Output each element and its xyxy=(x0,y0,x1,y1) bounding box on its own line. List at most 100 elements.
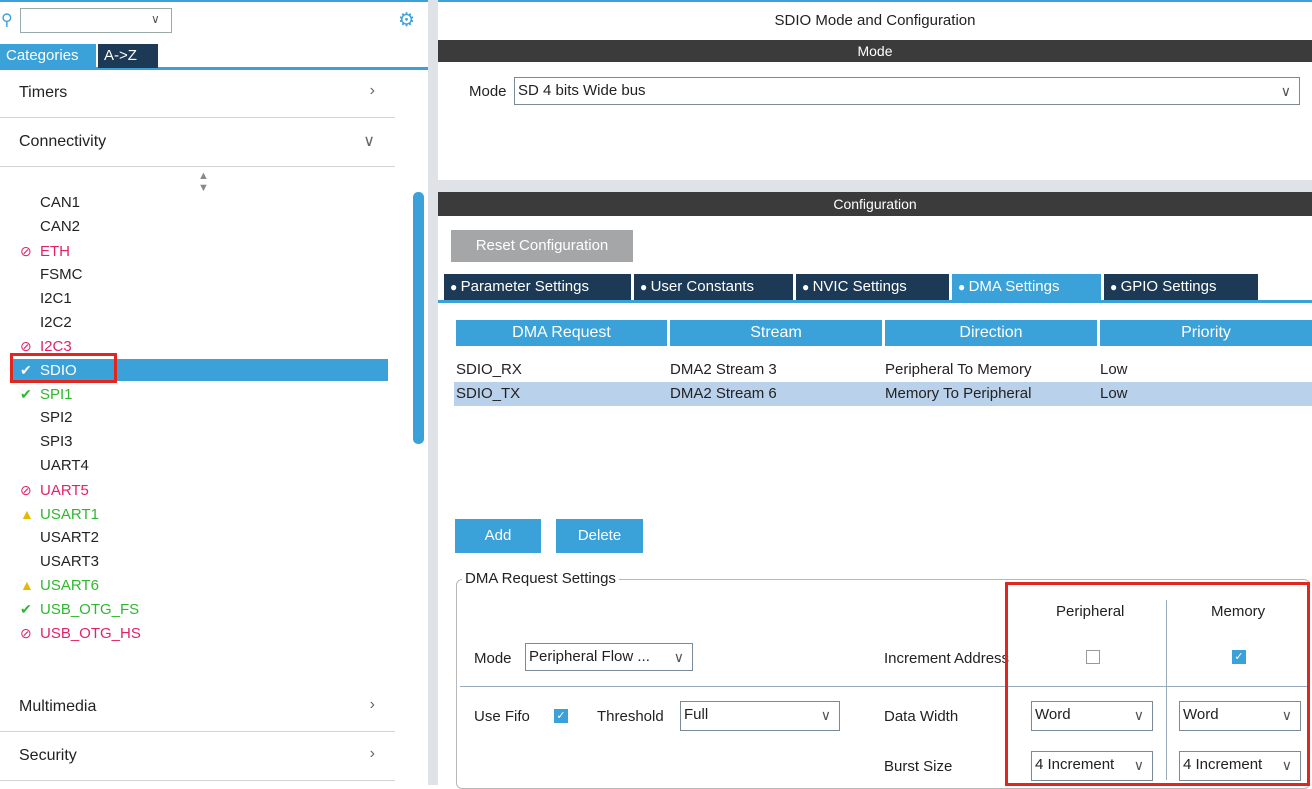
section-gap xyxy=(438,180,1312,192)
dma-mode-select[interactable]: Peripheral Flow ... ∨ xyxy=(525,643,693,671)
tab-underline xyxy=(438,300,1312,303)
dma-mode-value: Peripheral Flow ... xyxy=(529,648,650,665)
delete-button[interactable]: Delete xyxy=(556,519,643,553)
use-fifo-label: Use Fifo xyxy=(474,708,530,725)
tab-gpio-settings[interactable]: ● GPIO Settings xyxy=(1104,274,1258,300)
check-circle-icon: ● xyxy=(640,280,651,294)
threshold-select[interactable]: Full ∨ xyxy=(680,701,840,731)
threshold-label: Threshold xyxy=(597,708,664,725)
right-panel: SDIO Mode and Configuration Mode Mode SD… xyxy=(438,0,1312,789)
table-cell: SDIO_TX xyxy=(456,385,521,402)
check-icon: ✔ xyxy=(20,601,32,618)
peripheral-label: CAN1 xyxy=(40,194,81,211)
table-row[interactable] xyxy=(454,382,1312,406)
tab-user-constants[interactable]: ● User Constants xyxy=(634,274,793,300)
chevron-down-icon: ∨ xyxy=(1280,83,1291,99)
table-cell: SDIO_RX xyxy=(456,361,522,378)
dma-mode-label: Mode xyxy=(474,650,512,667)
peripheral-memory-highlight-box xyxy=(1005,582,1310,786)
column-header[interactable]: Stream xyxy=(670,320,882,346)
data-width-label: Data Width xyxy=(884,708,959,725)
peripheral-label: I2C1 xyxy=(40,289,72,307)
table-cell: DMA2 Stream 3 xyxy=(670,361,777,378)
tab-label: User Constants xyxy=(650,278,754,295)
peripheral-item-uart5[interactable]: ⊘ UART5 xyxy=(20,479,89,501)
column-header[interactable]: Direction xyxy=(885,320,1097,346)
chevron-down-icon[interactable]: ∨ xyxy=(151,12,160,26)
peripheral-item-uart4[interactable]: UART4 xyxy=(20,455,89,477)
column-header[interactable]: DMA Request xyxy=(456,320,667,346)
peripheral-item-spi1[interactable]: ✔ SPI1 xyxy=(20,383,73,405)
sdio-highlight-box xyxy=(10,353,117,383)
warning-icon: ▲ xyxy=(20,577,34,594)
category-security[interactable]: Security › xyxy=(0,733,395,781)
peripheral-label: SPI3 xyxy=(40,433,73,450)
category-label: Multimedia xyxy=(19,698,97,715)
category-label: Security xyxy=(19,747,77,764)
burst-size-label: Burst Size xyxy=(884,758,953,775)
configuration-section-bar: Configuration xyxy=(438,192,1312,216)
search-input[interactable] xyxy=(20,8,172,33)
peripheral-label: USART3 xyxy=(40,552,99,570)
add-button[interactable]: Add xyxy=(455,519,541,553)
splitter[interactable] xyxy=(428,0,438,785)
peripheral-item-can2[interactable]: CAN2 xyxy=(20,216,80,238)
threshold-value: Full xyxy=(684,706,709,723)
table-cell: DMA2 Stream 6 xyxy=(670,385,777,402)
peripheral-item-i2c1[interactable]: I2C1 xyxy=(20,288,72,310)
peripheral-item-usart1[interactable]: ▲ USART1 xyxy=(20,503,99,525)
table-cell: Peripheral To Memory xyxy=(885,361,1032,378)
use-fifo-checkbox[interactable]: ✓ xyxy=(554,709,568,723)
check-circle-icon: ● xyxy=(958,280,969,294)
peripheral-label: SPI1 xyxy=(40,386,73,404)
category-connectivity[interactable]: Connectivity ∨ xyxy=(0,119,395,167)
peripheral-item-spi3[interactable]: SPI3 xyxy=(20,431,73,453)
tab-label: Parameter Settings xyxy=(460,278,589,295)
tab-label: NVIC Settings xyxy=(812,278,907,295)
category-multimedia[interactable]: Multimedia › xyxy=(0,684,395,732)
page-title: SDIO Mode and Configuration xyxy=(774,12,976,29)
chevron-right-icon: › xyxy=(369,696,375,713)
peripheral-label: ETH xyxy=(40,242,70,260)
peripheral-item-fsmc[interactable]: FSMC xyxy=(20,264,83,286)
mode-select[interactable]: SD 4 bits Wide bus ∨ xyxy=(514,77,1300,105)
peripheral-item-usart2[interactable]: USART2 xyxy=(20,527,99,549)
peripheral-item-usart3[interactable]: USART3 xyxy=(20,551,99,573)
table-cell: Low xyxy=(1100,361,1128,378)
peripheral-label: SPI2 xyxy=(40,409,73,427)
peripheral-item-usb_otg_hs[interactable]: ⊘ USB_OTG_HS xyxy=(20,622,141,644)
peripheral-label: USART2 xyxy=(40,528,99,546)
sort-icon[interactable]: ▲ ▼ xyxy=(198,170,209,194)
check-icon: ✔ xyxy=(20,386,32,403)
check-circle-icon: ● xyxy=(450,280,461,294)
tab-parameter-settings[interactable]: ● Parameter Settings xyxy=(444,274,631,300)
chevron-down-icon: ∨ xyxy=(820,707,831,723)
peripheral-label: FSMC xyxy=(40,265,83,283)
peripheral-label: I2C2 xyxy=(40,313,72,331)
left-panel: ⚲ ∨ ⚙ Categories A->Z Timers › Connectiv… xyxy=(0,0,428,785)
category-label: Timers xyxy=(19,84,68,101)
chevron-down-icon: ∨ xyxy=(673,649,684,665)
scrollbar[interactable] xyxy=(413,192,424,444)
increment-address-label: Increment Address xyxy=(884,650,1010,667)
peripheral-item-i2c2[interactable]: I2C2 xyxy=(20,312,72,334)
reset-configuration-button[interactable]: Reset Configuration xyxy=(451,230,633,262)
peripheral-item-eth[interactable]: ⊘ ETH xyxy=(20,240,70,262)
column-header[interactable]: Priority xyxy=(1100,320,1312,346)
chevron-right-icon: › xyxy=(369,82,375,99)
mode-label: Mode xyxy=(469,83,507,100)
mode-section-bar: Mode xyxy=(438,40,1312,62)
table-row[interactable] xyxy=(454,358,1312,382)
peripheral-item-usb_otg_fs[interactable]: ✔ USB_OTG_FS xyxy=(20,598,139,620)
check-circle-icon: ● xyxy=(1110,280,1121,294)
peripheral-item-usart6[interactable]: ▲ USART6 xyxy=(20,574,99,596)
category-timers[interactable]: Timers › xyxy=(0,70,395,118)
peripheral-item-can1[interactable]: CAN1 xyxy=(20,192,80,214)
peripheral-item-spi2[interactable]: SPI2 xyxy=(20,407,73,429)
tab-a-z[interactable]: A->Z xyxy=(98,44,158,68)
tab-dma-settings[interactable]: ● DMA Settings xyxy=(952,274,1101,300)
table-cell: Memory To Peripheral xyxy=(885,385,1032,402)
tab-nvic-settings[interactable]: ● NVIC Settings xyxy=(796,274,949,300)
tab-categories[interactable]: Categories xyxy=(0,44,96,68)
gear-icon[interactable]: ⚙ xyxy=(398,9,415,32)
